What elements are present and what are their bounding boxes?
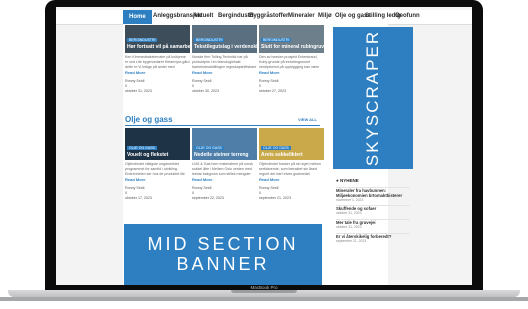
article-date: oktober 31, 2023 [125,89,152,93]
read-more-link[interactable]: Read More [192,70,257,75]
article-title[interactable]: Vouelt og flekstet [127,152,168,158]
article-card[interactable]: BERGINDUSTRI Hør fortsatt vil på samarbe… [125,25,204,94]
read-more-link[interactable]: Read More [259,70,324,75]
nav-item-byggrastoffer[interactable]: Byggråstoffer [249,13,288,19]
read-more-link[interactable]: Read More [125,177,190,182]
article-image: BERGINDUSTRI Tekstilegutslag i verdenskl… [192,25,269,53]
article-card[interactable]: BERGINDUSTRI Slutt for mineral rubingruv… [259,25,327,94]
news-date: oktober 31, 2023 [336,225,362,229]
view-all-link[interactable]: VIEW ALL [298,117,317,122]
nav-item-miljo[interactable]: Miljø [318,13,332,19]
category-badge: OLJE OG GASS [194,146,224,150]
nav-item-geofunn[interactable]: Geofunn [395,13,420,19]
article-image: BERGINDUSTRI Hør fortsatt vil på samarbe… [125,25,204,53]
article-title[interactable]: Tekstilegutslag i verdensklasse [194,44,269,50]
article-excerpt: Oljeindindet forsker på sin eget mellom … [259,162,322,176]
skyscraper-ad[interactable]: SKYSCRAPER [333,27,413,169]
article-card[interactable]: OLJE OG GASS Arets sekkeliktert Oljeindi… [259,128,324,201]
article-excerpt: Den av heavier-prosjekt Enterstrand, Kob… [259,55,320,69]
category-badge: BERGINDUSTRI [127,38,158,42]
article-excerpt: LNG & Gas hem materialene på norsk sokke… [192,162,253,176]
news-date: september 21, 2023 [336,239,367,243]
article-title[interactable]: Arets sekkeliktert [261,152,303,158]
sidebar-news-item[interactable]: Mer tale fra gruvejei oktober 31, 2023 [336,219,410,229]
category-badge: OLJE OG GASS [127,146,157,150]
read-more-link[interactable]: Read More [125,70,190,75]
nav-item-aktuelt[interactable]: Aktuelt [193,13,213,19]
article-card[interactable]: OLJE OG GASS Nedetle steiner terreng LNG… [192,128,257,201]
article-date: oktober 17, 2023 [125,196,152,200]
sidebar-news-item[interactable]: Skuffende og sofaer oktober 31, 2023 [336,205,410,215]
news-date: oktober 31, 2023 [336,211,362,215]
nav-item-home[interactable]: Home [123,10,152,24]
article-date: september 22, 2023 [192,196,224,200]
sidebar-news-item[interactable]: Mineraler fra havbunnen: Miljøekonomien … [336,187,410,202]
read-more-link[interactable]: Read More [259,177,324,182]
read-more-link[interactable]: Read More [192,177,257,182]
category-badge: OLJE OG GASS [261,146,291,150]
article-image: OLJE OG GASS Nedetle steiner terreng [192,128,257,160]
browser-screen: Home Anleggsbransjen Aktuelt Bergindustr… [56,7,472,285]
sidebar-heading: ● NYHENE [336,178,359,183]
article-image: BERGINDUSTRI Slutt for mineral rubingruv… [259,25,327,53]
article-card[interactable]: BERGINDUSTRI Tekstilegutslag i verdenskl… [192,25,269,94]
article-image: OLJE OG GASS Arets sekkeliktert [259,128,324,160]
article-date: oktober 27, 2023 [259,89,286,93]
article-excerpt: Norske firm Tolling Technikk har på prod… [192,55,257,69]
skyscraper-label: SKYSCRAPER [363,29,382,167]
news-date: november 1, 2023 [336,198,364,202]
article-card[interactable]: OLJE OG GASS Vouelt og flekstet Oljeindi… [125,128,190,201]
section-title[interactable]: Olje og gass [125,115,173,124]
mid-section-banner[interactable]: MID SECTION BANNER [124,224,322,285]
category-badge: BERGINDUSTRI [261,38,292,42]
article-date: september 21, 2023 [259,196,291,200]
article-excerpt: Ken Kimmedtrakelemaler på kolbjerne er v… [125,55,190,69]
sidebar-news-item[interactable]: Er vi återskikelig forberedt? september … [336,233,410,243]
news-title[interactable]: Mineraler fra havbunnen: Miljøekonomien … [336,188,410,198]
laptop-base-edge [0,297,528,301]
article-title[interactable]: Slutt for mineral rubingruve [261,44,327,50]
article-title[interactable]: Nedetle steiner terreng [194,152,248,158]
article-excerpt: Oljeindindet viktigste ungarsrektet prog… [125,162,185,176]
banner-line-2: BANNER [176,254,270,274]
banner-line-1: MID SECTION [147,234,299,254]
laptop-notch [231,290,297,293]
category-badge: BERGINDUSTRI [194,38,225,42]
section-divider [125,125,320,126]
article-image: OLJE OG GASS Vouelt og flekstet [125,128,190,160]
article-date: oktober 30, 2023 [192,89,219,93]
main-nav: Home Anleggsbransjen Aktuelt Bergindustr… [56,10,472,25]
nav-item-mineraler[interactable]: Mineraler [288,13,315,19]
